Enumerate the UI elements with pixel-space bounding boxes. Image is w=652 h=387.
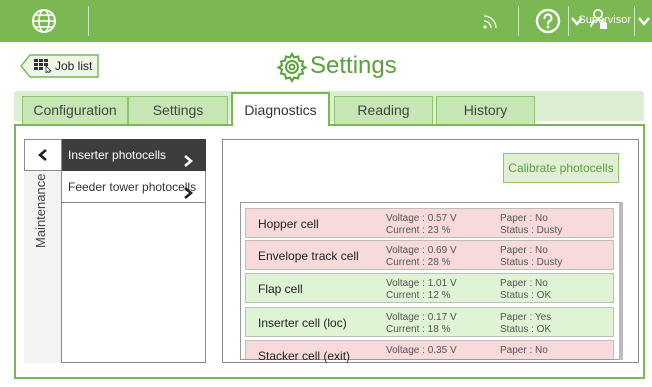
chevron-left-icon [36,148,50,162]
cell-paper: Paper : No [500,213,548,224]
cell-voltage: Voltage : 0.57 V [386,213,457,224]
cell-current: Current : 28 % [386,257,451,268]
cell-name: Stacker cell (exit) [258,349,351,363]
cell-voltage: Voltage : 0.17 V [386,312,457,323]
scrollbar[interactable] [619,202,623,360]
job-list-icon [34,59,52,75]
chevron-right-icon [182,148,194,167]
chevron-down-icon[interactable] [637,14,651,28]
menu-section-label: Maintenance [33,173,48,248]
tab-reading[interactable]: Reading [334,96,433,124]
photocell-row: Inserter cell (loc) Voltage : 0.17 V Cur… [245,307,614,337]
divider [518,6,519,36]
menu-item-label: Feeder tower photocells [68,180,197,194]
cell-status: Status : Dusty [500,225,563,236]
tab-settings[interactable]: Settings [128,96,228,124]
menu-item-label: Inserter photocells [68,148,167,162]
cell-paper: Paper : No [500,345,548,356]
cell-status: Status : OK [500,324,552,335]
cell-current: Current : 23 % [386,225,451,236]
tab-diagnostics[interactable]: Diagnostics [231,92,330,126]
tab-configuration[interactable]: Configuration [22,96,128,124]
cell-name: Inserter cell (loc) [258,316,347,330]
divider [88,6,89,36]
menu-item-feeder-tower-photocells[interactable]: Feeder tower photocells [62,171,206,203]
photocell-row: Envelope track cell Voltage : 0.69 V Cur… [245,240,614,270]
page-title-text: Settings [310,52,397,79]
cell-name: Flap cell [258,282,303,296]
chevron-right-icon [182,180,194,199]
cell-voltage: Voltage : 0.35 V [386,345,457,356]
photocell-row: Hopper cell Voltage : 0.57 V Current : 2… [245,208,614,238]
tab-history[interactable]: History [436,96,535,124]
user-name: Supervisor [578,14,631,26]
cell-current: Current : 12 % [386,290,451,301]
menu-item-inserter-photocells[interactable]: Inserter photocells [62,139,206,171]
photocell-row: Stacker cell (exit) Voltage : 0.35 V Pap… [245,340,614,363]
help-icon[interactable] [535,8,561,34]
menu-back-button[interactable] [24,139,62,171]
cell-paper: Paper : No [500,245,548,256]
photocell-row: Flap cell Voltage : 1.01 V Current : 12 … [245,273,614,303]
job-list-label: Job list [55,59,93,73]
divider [634,6,635,36]
cell-voltage: Voltage : 0.69 V [386,245,457,256]
job-list-button[interactable]: Job list [20,54,100,78]
cell-status: Status : Dusty [500,257,563,268]
gear-icon [276,51,308,84]
signal-icon [481,11,501,31]
top-bar: Supervisor [0,0,652,42]
calibrate-photocells-button[interactable]: Calibrate photocells [503,153,619,183]
cell-name: Envelope track cell [258,249,359,263]
cell-voltage: Voltage : 1.01 V [386,278,457,289]
cell-current: Current : 18 % [386,324,451,335]
cell-name: Hopper cell [258,217,319,231]
globe-icon[interactable] [30,7,58,35]
cell-paper: Paper : Yes [500,312,552,323]
cell-paper: Paper : No [500,278,548,289]
cell-status: Status : OK [500,290,552,301]
